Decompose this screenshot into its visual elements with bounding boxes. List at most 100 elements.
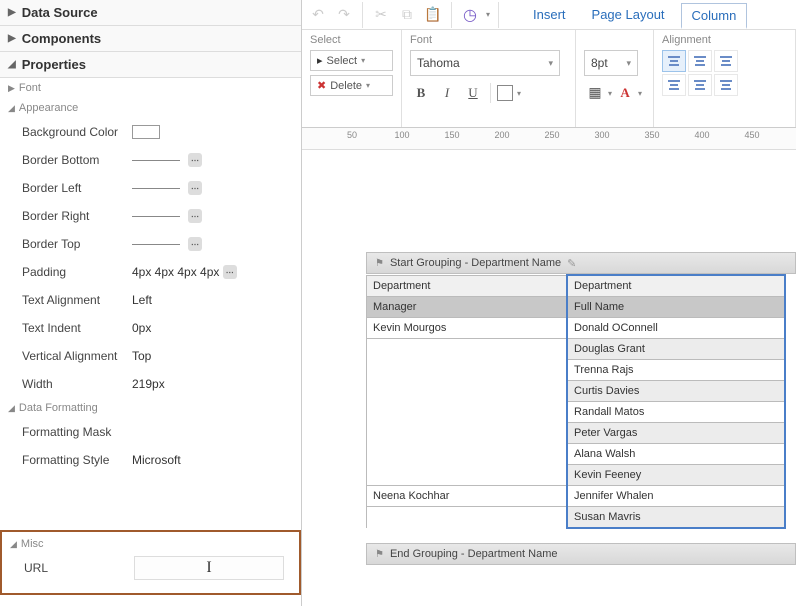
prop-background-color[interactable]: Background Color [0,118,301,146]
bold-button[interactable]: B [410,82,432,104]
section-components[interactable]: ▶Components [0,26,301,52]
edit-icon[interactable]: ⋯ [188,237,202,251]
prop-vertical-alignment[interactable]: Vertical AlignmentTop [0,342,301,370]
cell-manager[interactable] [367,444,568,465]
prop-formatting-mask[interactable]: Formatting Mask [0,418,301,446]
cell-fullname[interactable]: Curtis Davies [567,381,785,402]
border-preview [132,244,180,245]
font-color-button[interactable]: A [614,82,636,104]
flag-icon: ⚑ [375,549,384,560]
section-label: Properties [22,57,86,72]
cell-manager[interactable] [367,381,568,402]
cell-fullname[interactable]: Kevin Feeney [567,465,785,486]
group-misc[interactable]: ◢Misc [2,532,299,554]
url-input[interactable]: I [134,556,284,580]
prop-border-right[interactable]: Border Right⋯ [0,202,301,230]
chevron-down-icon: ◢ [8,103,15,114]
clock-icon[interactable]: ◷ [460,4,480,26]
cell-manager[interactable] [367,423,568,444]
cell-manager[interactable] [367,402,568,423]
delete-button[interactable]: ✖Delete▾ [310,75,393,96]
edit-icon[interactable]: ⋯ [223,265,237,279]
prop-formatting-style[interactable]: Formatting StyleMicrosoft [0,446,301,474]
edit-icon[interactable]: ⋯ [188,209,202,223]
align-mid-center[interactable] [688,74,712,96]
cell-fullname[interactable]: Peter Vargas [567,423,785,444]
border-button[interactable] [497,85,513,101]
align-top-center[interactable] [688,50,712,72]
tab-column[interactable]: Column [681,3,748,29]
underline-button[interactable]: U [462,82,484,104]
color-swatch[interactable] [132,125,160,139]
edit-icon[interactable]: ⋯ [188,181,202,195]
chevron-right-icon: ▶ [8,83,15,94]
section-properties[interactable]: ◢Properties [0,52,301,78]
group-label: Misc [21,538,44,550]
group-start-bar[interactable]: ⚑Start Grouping - Department Name✎ [366,252,796,274]
cell-fullname[interactable]: Alana Walsh [567,444,785,465]
select-button[interactable]: ▸Select▾ [310,50,393,71]
undo-icon[interactable]: ↶ [308,4,328,26]
paste-icon[interactable]: 📋 [423,4,443,26]
cell-fullname[interactable]: Trenna Rajs [567,360,785,381]
prop-padding[interactable]: Padding4px 4px 4px 4px ⋯ [0,258,301,286]
chevron-down-icon: ◢ [8,403,15,414]
cell-fullname[interactable]: Randall Matos [567,402,785,423]
prop-border-bottom[interactable]: Border Bottom⋯ [0,146,301,174]
pencil-icon[interactable]: ✎ [567,257,576,270]
design-canvas[interactable]: ⚑Start Grouping - Department Name✎ Depar… [302,150,796,606]
edit-icon[interactable]: ⋯ [188,153,202,167]
fill-color-button[interactable]: ▦ [584,82,606,104]
group-font[interactable]: ▶Font [0,78,301,98]
tab-insert[interactable]: Insert [523,3,576,26]
cell-fullname[interactable]: Donald OConnell [567,318,785,339]
cell-manager[interactable]: Neena Kochhar [367,486,568,507]
cell-manager[interactable]: Kevin Mourgos [367,318,568,339]
separator [362,2,363,28]
border-preview [132,188,180,189]
col-header-selected[interactable]: Department [567,275,785,297]
prop-url[interactable]: URL I [2,554,299,582]
cell-fullname[interactable]: Douglas Grant [567,339,785,360]
ribbon-title: Alignment [662,34,787,46]
editor-panel: ↶ ↷ ✂ ⧉ 📋 ◷▾ Insert Page Layout Column S… [302,0,796,606]
separator [498,2,499,28]
field-header-selected[interactable]: Full Name [567,297,785,318]
section-data-source[interactable]: ▶Data Source [0,0,301,26]
align-top-right[interactable] [714,50,738,72]
prop-text-alignment[interactable]: Text AlignmentLeft [0,286,301,314]
align-mid-right[interactable] [714,74,738,96]
redo-icon[interactable]: ↷ [334,4,354,26]
cell-manager[interactable] [367,360,568,381]
cell-manager[interactable] [367,465,568,486]
text-cursor-icon: I [206,559,211,577]
font-size-combo[interactable]: 8pt▾ [584,50,638,76]
cell-fullname[interactable]: Susan Mavris [567,507,785,529]
ribbon: Select ▸Select▾ ✖Delete▾ Font Tahoma▾ B … [302,30,796,128]
prop-text-indent[interactable]: Text Indent0px [0,314,301,342]
prop-border-top[interactable]: Border Top⋯ [0,230,301,258]
group-data-formatting[interactable]: ◢ Data Formatting [0,398,301,418]
group-label: Appearance [19,102,78,114]
align-mid-left[interactable] [662,74,686,96]
align-top-left[interactable] [662,50,686,72]
properties-panel: ▶Data Source ▶Components ◢Properties ▶Fo… [0,0,302,606]
cell-manager[interactable] [367,339,568,360]
prop-border-left[interactable]: Border Left⋯ [0,174,301,202]
font-family-combo[interactable]: Tahoma▾ [410,50,560,76]
col-header[interactable]: Department [367,275,568,297]
cell-manager[interactable] [367,507,568,529]
group-appearance[interactable]: ◢ Appearance [0,98,301,118]
cut-icon[interactable]: ✂ [371,4,391,26]
tab-page-layout[interactable]: Page Layout [582,3,675,26]
prop-width[interactable]: Width219px [0,370,301,398]
copy-icon[interactable]: ⧉ [397,4,417,26]
group-label: Data Formatting [19,402,98,414]
field-header[interactable]: Manager [367,297,568,318]
cell-fullname[interactable]: Jennifer Whalen [567,486,785,507]
report-table: DepartmentDepartment ManagerFull Name Ke… [366,274,786,529]
flag-icon: ⚑ [375,258,384,269]
group-end-bar[interactable]: ⚑End Grouping - Department Name [366,543,796,565]
ribbon-font: Font Tahoma▾ B I U ▾ [402,30,576,127]
italic-button[interactable]: I [436,82,458,104]
